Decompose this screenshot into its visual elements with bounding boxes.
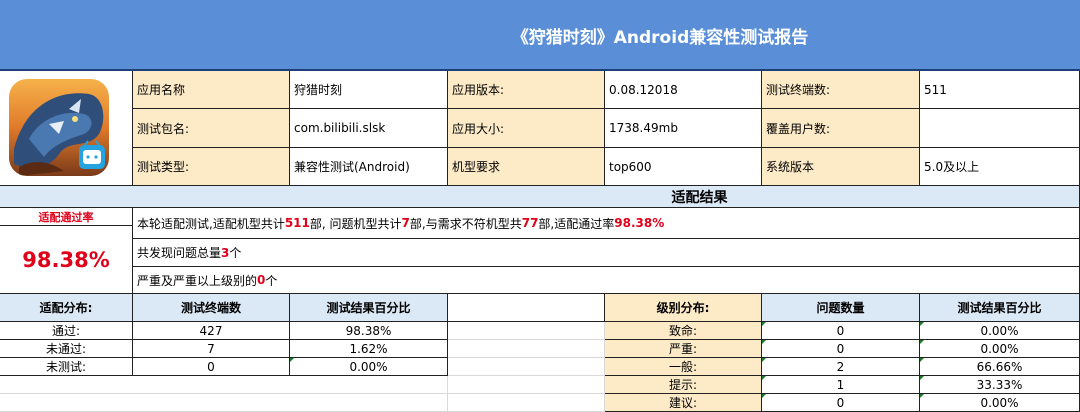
pass-rate-label: 适配通过率 (0, 208, 133, 226)
dist-row-count: 427 (133, 322, 290, 340)
app-name-value: 狩猎时刻 (290, 71, 448, 109)
level-row-count: 0 (762, 340, 920, 358)
level-row-pct: 33.33% (920, 376, 1080, 394)
terminals-label: 测试终端数: (762, 71, 920, 109)
level-row-pct: 0.00% (920, 322, 1080, 340)
users-value (920, 109, 1080, 148)
app-icon (9, 79, 109, 176)
spacer-cell (0, 376, 448, 394)
spacer-cell (448, 376, 605, 394)
level-row-pct: 66.66% (920, 358, 1080, 376)
summary-line-1: 本轮适配测试,适配机型共计 511 部, 问题机型共计 7 部,与需求不符机型共 77 部,… (133, 208, 1080, 239)
summary-text: 本轮适配测试,适配机型共计 (137, 216, 285, 231)
summary-value: 3 (221, 245, 230, 260)
app-size-label: 应用大小: (448, 109, 605, 148)
dist-row-count: 0 (133, 358, 290, 376)
summary-text: 部,适配通过率 (538, 216, 615, 231)
terminals-value: 511 (920, 71, 1080, 109)
level-row-count: 2 (762, 358, 920, 376)
spacer-cell (448, 340, 605, 358)
app-name-label: 应用名称 (133, 71, 290, 109)
dist-row-pct: 98.38% (290, 322, 448, 340)
test-type-label: 测试类型: (133, 148, 290, 186)
level-row-label: 建议: (605, 394, 762, 412)
package-value: com.bilibili.slsk (290, 109, 448, 148)
app-version-label: 应用版本: (448, 71, 605, 109)
spacer-cell (0, 394, 448, 412)
dist-header-count: 测试终端数 (133, 294, 290, 322)
result-section-title: 适配结果 (0, 186, 1080, 208)
level-header-pct: 测试结果百分比 (920, 294, 1080, 322)
dist-row-label: 通过: (0, 322, 133, 340)
dist-row-label: 未测试: (0, 358, 133, 376)
summary-value: 77 (521, 216, 539, 230)
level-row-pct: 0.00% (920, 340, 1080, 358)
level-row-count: 0 (762, 322, 920, 340)
level-header-count: 问题数量 (762, 294, 920, 322)
dist-header-pct: 测试结果百分比 (290, 294, 448, 322)
level-row-label: 致命: (605, 322, 762, 340)
summary-value: 7 (401, 216, 410, 230)
summary-text: 部,与需求不符机型共 (409, 216, 522, 231)
users-label: 覆盖用户数: (762, 109, 920, 148)
summary-value: 0 (257, 273, 266, 287)
dist-row-label: 未通过: (0, 340, 133, 358)
os-label: 系统版本 (762, 148, 920, 186)
model-req-label: 机型要求 (448, 148, 605, 186)
summary-text: 严重及严重以上级别的 (137, 273, 258, 288)
package-label: 测试包名: (133, 109, 290, 148)
test-type-value: 兼容性测试(Android) (290, 148, 448, 186)
model-req-value: top600 (605, 148, 762, 186)
dist-row-count: 7 (133, 340, 290, 358)
level-row-count: 0 (762, 394, 920, 412)
level-header-label: 级别分布: (605, 294, 762, 322)
app-version-value: 0.08.12018 (605, 71, 762, 109)
summary-line-2: 共发现问题总量 3 个 (133, 239, 1080, 267)
spacer-cell (448, 394, 605, 412)
report-title: 《狩猎时刻》Android兼容性测试报告 (511, 28, 809, 48)
spacer-cell (448, 322, 605, 340)
summary-value: 511 (284, 216, 310, 230)
dist-row-pct: 1.62% (290, 340, 448, 358)
level-row-count: 1 (762, 376, 920, 394)
dist-row-pct: 0.00% (290, 358, 448, 376)
summary-text: 个 (229, 246, 242, 260)
summary-line-3: 严重及严重以上级别的 0 个 (133, 267, 1080, 294)
summary-text: 共发现问题总量 (137, 246, 222, 260)
level-row-pct: 0.00% (920, 394, 1080, 412)
level-row-label: 提示: (605, 376, 762, 394)
summary-value: 98.38% (614, 216, 665, 230)
os-value: 5.0及以上 (920, 148, 1080, 186)
summary-text: 部, 问题机型共计 (309, 216, 402, 231)
spacer-cell (448, 294, 605, 322)
app-size-value: 1738.49mb (605, 109, 762, 148)
pass-rate-value: 98.38% (0, 226, 133, 294)
dist-header-label: 适配分布: (0, 294, 133, 322)
summary-text: 个 (265, 273, 278, 288)
spacer-cell (448, 358, 605, 376)
level-row-label: 严重: (605, 340, 762, 358)
level-row-label: 一般: (605, 358, 762, 376)
